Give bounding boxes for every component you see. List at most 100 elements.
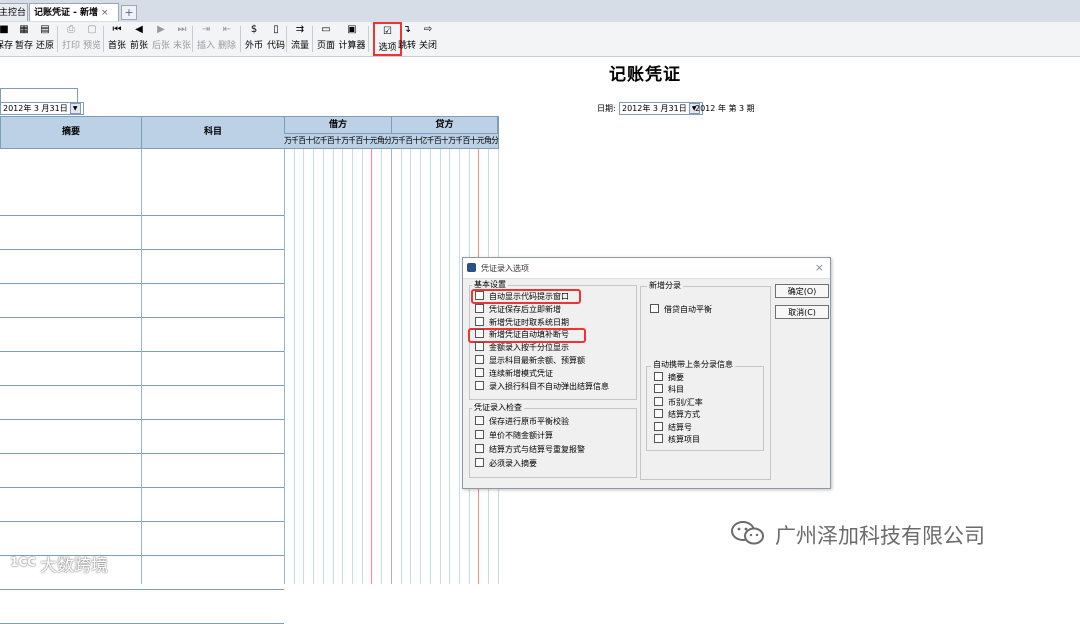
- toolbar-button-calculator[interactable]: ▣ 计算器: [338, 24, 366, 54]
- checkbox-icon[interactable]: [475, 329, 484, 339]
- dialog-title-bar: 凭证录入选项 ×: [463, 258, 830, 279]
- option-checkbox[interactable]: 币别/汇率: [654, 396, 703, 409]
- toolbar-button-label: 首张: [107, 41, 126, 51]
- table-row[interactable]: [0, 352, 284, 386]
- toolbar-button-currency[interactable]: $ 外币: [244, 24, 264, 54]
- toolbar-button-jump[interactable]: ↴ 跳转: [397, 24, 417, 54]
- table-row[interactable]: [0, 284, 284, 318]
- toolbar-separator: [192, 26, 193, 52]
- checkbox-icon[interactable]: [654, 396, 663, 406]
- option-checkbox[interactable]: 新增凭证时取系统日期: [475, 316, 569, 329]
- new-tab-icon[interactable]: +: [121, 5, 137, 20]
- table-row[interactable]: [0, 250, 284, 284]
- table-row[interactable]: [0, 488, 284, 522]
- calculator-icon: ▣: [347, 24, 357, 35]
- toolbar-button-code[interactable]: ▯ 代码: [266, 24, 286, 54]
- voucher-word-input[interactable]: [0, 88, 78, 103]
- checkbox-icon[interactable]: [475, 458, 484, 467]
- dialog-close-icon[interactable]: ×: [815, 261, 824, 274]
- amount-digit-line: [313, 149, 315, 584]
- option-checkbox[interactable]: 凭证保存后立即新增: [475, 303, 561, 316]
- column-header-account: 科目: [141, 116, 285, 149]
- option-checkbox[interactable]: 单价不随金额计算: [475, 430, 553, 442]
- checkbox-icon[interactable]: [475, 416, 484, 425]
- toolbar-button-first[interactable]: ⏮ 首张: [107, 24, 127, 54]
- option-checkbox[interactable]: 科目: [654, 384, 684, 396]
- checkbox-icon[interactable]: [475, 291, 484, 300]
- toolbar-button-preview[interactable]: ▢ 预览: [82, 24, 102, 54]
- option-checkbox[interactable]: 摘要: [654, 372, 684, 384]
- close-doc-icon: ⇨: [423, 24, 433, 35]
- wechat-icon: [731, 521, 764, 545]
- toolbar-button-last[interactable]: ⏭ 末张: [172, 24, 192, 54]
- option-checkbox[interactable]: 结算方式与结算号重复报警: [475, 444, 585, 456]
- top-date-field[interactable]: 2012年 3 月31日 ▼: [0, 102, 84, 115]
- option-checkbox[interactable]: 核算项目: [654, 434, 700, 446]
- tab-bar: 主控台 记账凭证 - 新增 × +: [0, 0, 1080, 23]
- toolbar-button-print[interactable]: ⎙ 打印: [61, 24, 81, 54]
- insert-icon: ⇥: [201, 24, 211, 35]
- option-checkbox[interactable]: 金额录入按千分位显示: [475, 342, 569, 354]
- toolbar-button-restore[interactable]: ▤ 还原: [35, 24, 55, 54]
- checkbox-icon[interactable]: [475, 316, 484, 326]
- code-icon: ▯: [273, 24, 279, 35]
- checkbox-icon[interactable]: [475, 355, 484, 364]
- option-checkbox[interactable]: 录入损行科目不自动弹出结算信息: [475, 380, 609, 393]
- checkbox-icon[interactable]: [654, 384, 663, 394]
- toolbar-button-page[interactable]: ▭ 页面: [316, 24, 336, 54]
- option-checkbox[interactable]: 新增凭证自动填补断号: [475, 329, 569, 341]
- ok-button[interactable]: 确定(O): [775, 284, 829, 298]
- column-divider: [141, 149, 142, 584]
- table-row[interactable]: [0, 386, 284, 420]
- toolbar-button-label: 打印: [61, 41, 80, 51]
- amount-digit-line: [400, 149, 402, 584]
- digit-label: 千: [319, 136, 327, 145]
- option-checkbox[interactable]: 必须录入摘要: [475, 458, 537, 470]
- checkbox-icon[interactable]: [475, 342, 484, 352]
- toolbar-button-temp-save[interactable]: ▦ 暂存: [14, 24, 34, 54]
- option-checkbox[interactable]: 结算方式: [654, 409, 700, 421]
- checkbox-icon[interactable]: [654, 434, 663, 443]
- option-checkbox[interactable]: 结算号: [654, 421, 692, 434]
- table-row[interactable]: [0, 182, 284, 216]
- cancel-button[interactable]: 取消(C): [775, 305, 829, 319]
- amount-digit-line: [293, 149, 295, 584]
- toolbar-button-flow[interactable]: ⇉ 流量: [290, 24, 310, 54]
- digit-label: 百: [355, 136, 363, 145]
- table-row[interactable]: [0, 420, 284, 454]
- table-row[interactable]: [0, 454, 284, 488]
- option-checkbox[interactable]: 连续新增模式凭证: [475, 367, 553, 380]
- checkbox-icon[interactable]: [654, 409, 663, 419]
- option-checkbox[interactable]: 自动显示代码提示窗口: [475, 291, 569, 303]
- currency-icon: $: [250, 24, 258, 35]
- table-row[interactable]: [0, 318, 284, 352]
- table-row[interactable]: [0, 216, 284, 250]
- option-label: 必须录入摘要: [489, 459, 537, 468]
- checkbox-icon[interactable]: [475, 380, 484, 390]
- checkbox-icon[interactable]: [475, 444, 484, 453]
- checkbox-icon[interactable]: [475, 303, 484, 313]
- checkbox-icon[interactable]: [475, 430, 484, 439]
- option-checkbox[interactable]: 借贷自动平衡: [650, 304, 712, 316]
- checkbox-icon[interactable]: [654, 372, 663, 381]
- date-field[interactable]: 2012年 3 月31日 ▼: [619, 102, 703, 115]
- tab-voucher-new[interactable]: 记账凭证 - 新增 ×: [29, 3, 119, 21]
- dropdown-arrow-icon[interactable]: ▼: [69, 103, 81, 114]
- toolbar-button-next[interactable]: ▶ 后张: [151, 24, 171, 54]
- option-checkbox[interactable]: 显示科目最新余额、预算额: [475, 355, 585, 367]
- toolbar-button-label: 预览: [82, 41, 101, 51]
- tab-close-icon[interactable]: ×: [101, 8, 109, 18]
- debit-digit-header: 万千百十亿千百十万千百十元角分: [284, 134, 391, 149]
- toolbar-button-save[interactable]: ■ 保存: [0, 24, 14, 54]
- checkbox-icon[interactable]: [650, 304, 659, 313]
- checkbox-icon[interactable]: [654, 421, 663, 431]
- toolbar-button-close-doc[interactable]: ⇨ 关闭: [418, 24, 438, 54]
- toolbar-button-insert[interactable]: ⇥ 插入: [196, 24, 216, 54]
- tab-console[interactable]: 主控台: [0, 3, 28, 21]
- toolbar-separator: [103, 26, 104, 52]
- toolbar-button-delete[interactable]: ⇤ 删除: [217, 24, 237, 54]
- toolbar-button-prev[interactable]: ◀ 前张: [129, 24, 149, 54]
- table-row[interactable]: [0, 590, 284, 624]
- checkbox-icon[interactable]: [475, 367, 484, 377]
- option-checkbox[interactable]: 保存进行原币平衡校验: [475, 416, 569, 428]
